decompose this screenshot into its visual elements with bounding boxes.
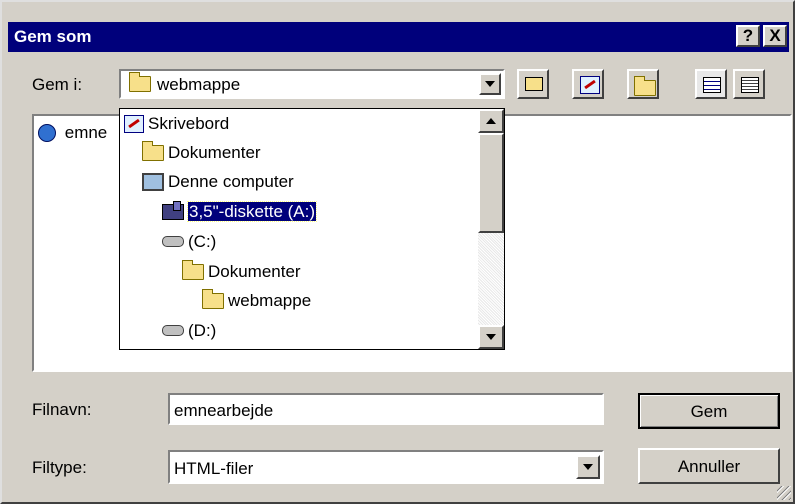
folder-icon <box>142 140 164 161</box>
folder-icon <box>202 288 224 309</box>
new-folder-button[interactable] <box>627 69 659 99</box>
filename-label: Filnavn: <box>32 400 92 419</box>
scroll-up-button[interactable] <box>478 109 504 133</box>
save-as-dialog: Gem som ? X Gem i: webmappe emne Skriveb… <box>0 0 795 504</box>
tree-item-label: (C:) <box>188 231 217 251</box>
save-in-label: Gem i: <box>32 75 83 94</box>
save-button[interactable]: Gem <box>638 393 780 429</box>
tree-item-floppy-a[interactable]: 3,5"-diskette (A:) <box>162 200 318 222</box>
desktop-icon <box>124 114 144 133</box>
chevron-up-icon <box>486 118 496 124</box>
tree-item-label: Denne computer <box>168 171 294 191</box>
filetype-combobox[interactable]: HTML-filer <box>168 450 604 484</box>
chevron-down-icon <box>583 464 593 470</box>
tree-item-label: Dokumenter <box>208 261 301 281</box>
chevron-down-icon <box>485 81 495 87</box>
close-button[interactable]: X <box>763 25 787 47</box>
drive-icon <box>162 236 184 248</box>
filetype-label: Filtype: <box>32 458 87 477</box>
tree-item-label: (D:) <box>188 320 217 340</box>
cancel-button-label: Annuller <box>677 457 741 476</box>
save-in-value: webmappe <box>157 75 241 94</box>
tree-item-label: Skrivebord <box>148 113 230 133</box>
tree-item-drive-d[interactable]: (D:) <box>162 320 216 341</box>
tree-item-drive-c[interactable]: (C:) <box>162 231 216 252</box>
save-button-label: Gem <box>690 402 728 421</box>
drive-icon <box>162 325 184 337</box>
tree-item-skrivebord[interactable]: Skrivebord <box>124 113 229 134</box>
dialog-title: Gem som <box>14 27 92 46</box>
filetype-dropdown-button[interactable] <box>576 455 600 479</box>
desktop-button[interactable] <box>572 69 604 99</box>
ie-icon <box>38 123 56 142</box>
file-item-name: emne <box>64 122 108 142</box>
save-in-combobox[interactable]: webmappe <box>119 69 505 99</box>
floppy-icon <box>162 200 184 220</box>
up-one-level-icon <box>525 77 543 91</box>
save-in-dropdown-list[interactable]: Skrivebord Dokumenter Denne computer 3,5… <box>119 108 505 350</box>
folder-icon <box>129 72 151 92</box>
details-view-icon <box>741 77 759 93</box>
cancel-button[interactable]: Annuller <box>638 448 780 484</box>
new-folder-icon <box>634 76 656 96</box>
folder-icon <box>182 259 204 280</box>
tree-item-dokumenter-c[interactable]: Dokumenter <box>182 259 301 282</box>
resize-grip-icon[interactable] <box>777 486 791 500</box>
save-in-dropdown-button[interactable] <box>479 73 501 95</box>
filename-field[interactable]: emnearbejde <box>168 393 604 425</box>
tree-item-label: Dokumenter <box>168 142 261 162</box>
up-one-level-button[interactable] <box>517 69 549 99</box>
tree-item-dokumenter[interactable]: Dokumenter <box>142 140 261 163</box>
tree-item-label: webmappe <box>228 290 312 310</box>
tree-item-label: 3,5"-diskette (A:) <box>186 200 318 222</box>
scrollbar-thumb[interactable] <box>478 133 504 233</box>
list-view-button[interactable] <box>695 69 727 99</box>
scroll-down-button[interactable] <box>478 325 504 349</box>
filename-value: emnearbejde <box>174 401 274 420</box>
details-view-button[interactable] <box>733 69 765 99</box>
help-button[interactable]: ? <box>736 25 760 47</box>
computer-icon <box>142 172 164 191</box>
list-view-icon <box>703 77 721 93</box>
filetype-value: HTML-filer <box>174 459 254 478</box>
file-item[interactable]: emne <box>38 122 107 143</box>
tree-item-webmappe[interactable]: webmappe <box>202 288 312 311</box>
desktop-icon <box>580 76 600 94</box>
chevron-down-icon <box>486 334 496 340</box>
tree-item-denne-computer[interactable]: Denne computer <box>142 171 294 192</box>
title-bar[interactable]: Gem som ? X <box>8 22 789 52</box>
